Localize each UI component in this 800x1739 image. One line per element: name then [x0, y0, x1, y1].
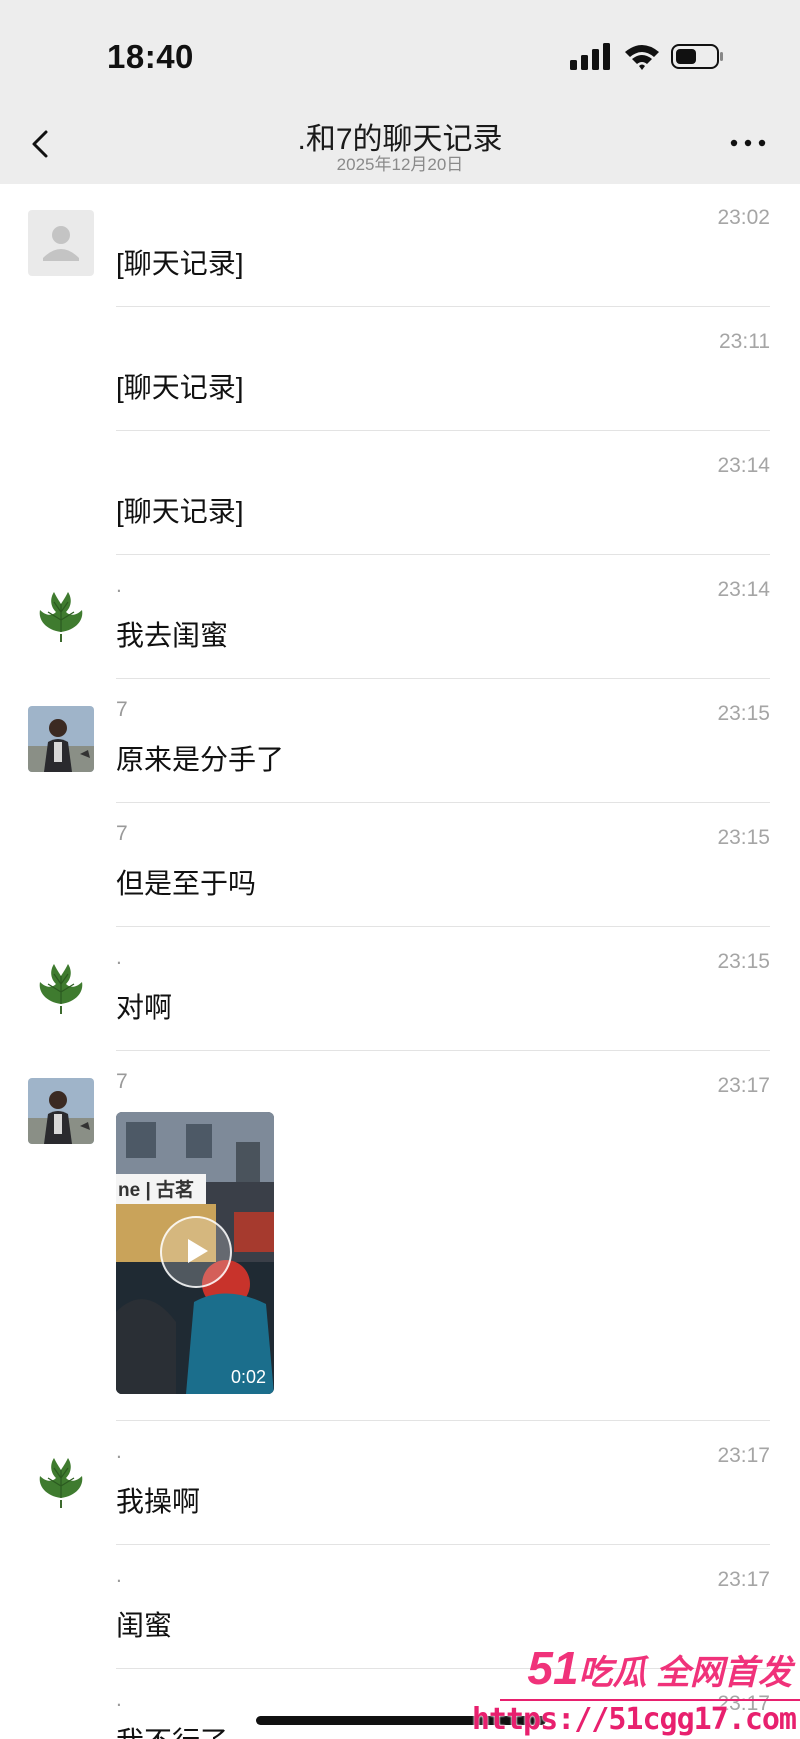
message-text: 我不行了 — [116, 1720, 228, 1739]
message-time: 23:14 — [717, 454, 770, 477]
message-time: 23:14 — [717, 578, 770, 601]
divider — [116, 1544, 770, 1545]
divider — [116, 678, 770, 679]
signal-icon — [570, 43, 610, 70]
list-item[interactable]: . 23:14 我去闺蜜 — [0, 556, 800, 680]
sender-name: . — [116, 1564, 122, 1587]
page-subtitle: 2025年12月20日 — [336, 155, 464, 174]
message-time: 23:17 — [717, 1074, 770, 1097]
sender-name: . — [116, 574, 122, 597]
watermark-number: 51 — [527, 1642, 579, 1694]
message-time: 23:17 — [717, 1568, 770, 1591]
message-text: 我去闺蜜 — [116, 620, 229, 651]
message-text: 对啊 — [116, 992, 173, 1023]
message-text: [聊天记录] — [116, 372, 244, 403]
list-item[interactable]: 23:14 [聊天记录] — [0, 432, 800, 556]
nav-bar: .和7的聊天记录 2025年12月20日 — [0, 104, 800, 184]
watermark-line — [500, 1699, 800, 1701]
video-sign-text: ne | 古茗 — [118, 1178, 194, 1201]
list-item[interactable]: . 23:15 对啊 — [0, 928, 800, 1052]
wifi-icon — [625, 45, 659, 70]
watermark-brand: 51吃瓜 全网首发 — [527, 1641, 792, 1695]
divider — [116, 1050, 770, 1051]
photo-avatar — [28, 1078, 94, 1144]
message-time: 23:15 — [717, 950, 770, 973]
divider — [116, 926, 770, 927]
divider — [116, 802, 770, 803]
message-time: 23:15 — [717, 702, 770, 725]
more-icon[interactable] — [726, 128, 770, 158]
sender-name: 7 — [116, 698, 128, 721]
sender-name: 7 — [116, 1070, 128, 1093]
video-thumbnail[interactable]: ne | 古茗 0:02 — [116, 1112, 274, 1394]
sender-name: 7 — [116, 822, 128, 845]
status-time: 18:40 — [107, 38, 194, 75]
leaf-avatar — [28, 954, 94, 1020]
watermark: 51吃瓜 全网首发 https://51cgg17.com — [472, 1641, 800, 1739]
status-bar: 18:40 — [0, 0, 800, 104]
list-item[interactable]: 23:02 [聊天记录] — [0, 184, 800, 308]
divider — [116, 430, 770, 431]
message-text: 我操啊 — [116, 1486, 201, 1517]
sender-name: . — [116, 1440, 122, 1463]
message-text: 但是至于吗 — [116, 868, 257, 899]
divider — [116, 306, 770, 307]
list-item[interactable]: 7 23:15 但是至于吗 — [0, 804, 800, 928]
photo-avatar — [28, 706, 94, 772]
divider — [116, 554, 770, 555]
message-text: 原来是分手了 — [116, 744, 285, 775]
divider — [116, 1420, 770, 1421]
leaf-avatar — [28, 582, 94, 648]
play-icon[interactable] — [160, 1216, 232, 1288]
list-item[interactable]: 7 23:15 原来是分手了 — [0, 680, 800, 804]
message-text: [聊天记录] — [116, 496, 244, 527]
message-time: 23:02 — [717, 206, 770, 229]
message-text: 闺蜜 — [116, 1610, 173, 1641]
sender-name: . — [116, 946, 122, 969]
list-item[interactable]: 7 23:17 ne | 古茗 0:02 — [0, 1052, 800, 1422]
leaf-avatar — [28, 1448, 94, 1514]
battery-icon — [671, 44, 723, 69]
list-item[interactable]: . 23:17 我操啊 — [0, 1422, 800, 1546]
message-time: 23:17 — [717, 1444, 770, 1467]
status-icons — [570, 42, 730, 70]
default-avatar — [28, 210, 94, 276]
list-item[interactable]: 23:11 [聊天记录] — [0, 308, 800, 432]
message-time: 23:11 — [719, 330, 770, 353]
watermark-text: 吃瓜 全网首发 — [578, 1654, 792, 1692]
message-time: 23:15 — [717, 826, 770, 849]
watermark-url: https://51cgg17.com — [471, 1702, 797, 1737]
sender-name: . — [116, 1688, 122, 1711]
message-text: [聊天记录] — [116, 248, 244, 279]
video-duration: 0:02 — [230, 1367, 266, 1387]
